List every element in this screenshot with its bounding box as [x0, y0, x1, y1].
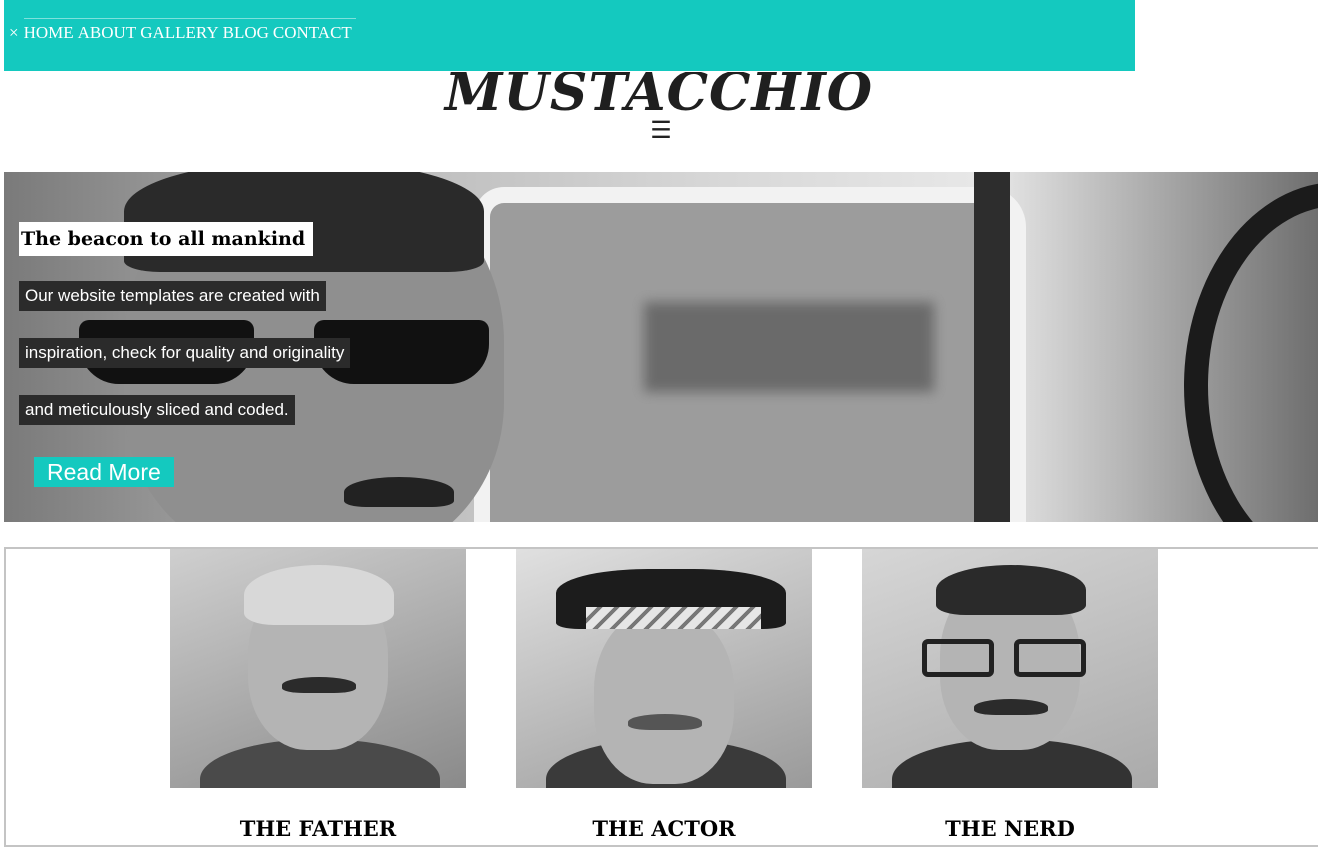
blurred-sign	[644, 302, 934, 392]
hero-title: The beacon to all mankind	[19, 222, 314, 256]
close-menu-icon[interactable]: ×	[8, 18, 24, 48]
actor-beard	[628, 714, 702, 730]
nerd-glasses-left	[922, 639, 994, 677]
nerd-hair	[936, 565, 1086, 615]
actor-photo	[516, 549, 812, 788]
team-card-father[interactable]: THE FATHER	[170, 549, 466, 842]
nerd-glasses-right	[1014, 639, 1086, 677]
hero-text-line-3: and meticulously sliced and coded.	[19, 395, 295, 425]
steering-wheel	[1184, 182, 1318, 522]
hamburger-icon[interactable]: ☰	[648, 118, 674, 144]
top-nav-bar: × HOME ABOUT GALLERY BLOG CONTACT	[4, 0, 1135, 71]
father-mustache	[282, 677, 356, 693]
father-photo	[170, 549, 466, 788]
nav-about[interactable]: ABOUT	[77, 18, 141, 47]
nav-contact[interactable]: CONTACT	[272, 18, 356, 47]
nerd-photo	[862, 549, 1158, 788]
team-name-father: THE FATHER	[239, 816, 397, 841]
nerd-glasses	[922, 639, 1092, 679]
actor-hat-band	[586, 607, 761, 629]
actor-head	[594, 609, 734, 784]
team-card-actor[interactable]: THE ACTOR	[516, 549, 812, 842]
nav-blog[interactable]: BLOG	[222, 18, 273, 47]
read-more-button[interactable]: Read More	[34, 457, 174, 487]
team-name-nerd: THE NERD	[945, 816, 1075, 841]
hero-text-line-2: inspiration, check for quality and origi…	[19, 338, 351, 368]
hero-text-line-1: Our website templates are created with	[19, 281, 326, 311]
team-name-actor: THE ACTOR	[592, 816, 736, 841]
hero-mustache	[344, 477, 454, 507]
father-hair	[244, 565, 394, 625]
main-nav: × HOME ABOUT GALLERY BLOG CONTACT	[8, 18, 356, 48]
nav-gallery[interactable]: GALLERY	[140, 18, 223, 47]
car-pillar	[974, 172, 1010, 522]
nav-home[interactable]: HOME	[23, 18, 78, 47]
team-card-nerd[interactable]: THE NERD	[862, 549, 1158, 842]
hero-banner: The beacon to all mankind Our website te…	[4, 172, 1318, 522]
nerd-mustache	[974, 699, 1048, 715]
team-section: THE FATHER THE ACTOR THE NERD	[4, 547, 1318, 847]
